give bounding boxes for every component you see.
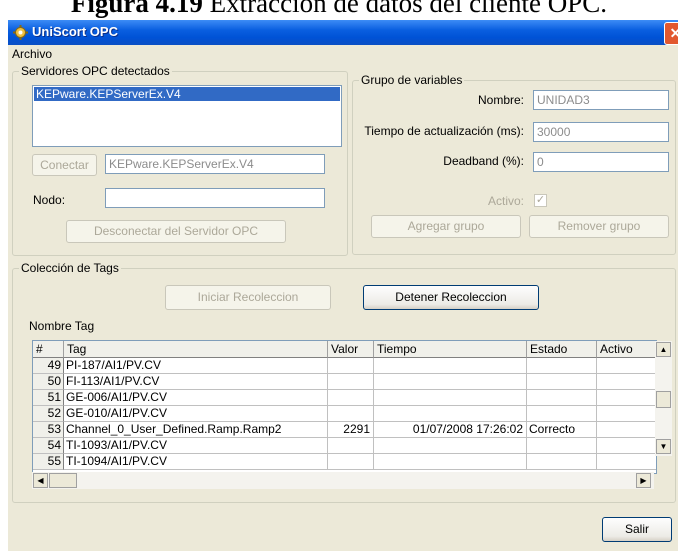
column-header-estado[interactable]: Estado	[527, 341, 597, 358]
start-collection-button[interactable]: Iniciar Recoleccion	[165, 285, 331, 310]
estado-cell[interactable]	[527, 438, 597, 454]
row-index: 50	[33, 374, 64, 390]
node-label: Nodo:	[33, 193, 66, 207]
disconnect-button[interactable]: Desconectar del Servidor OPC	[66, 220, 286, 243]
table-row[interactable]: 52 GE-010/AI1/PV.CV	[33, 406, 656, 422]
row-index: 51	[33, 390, 64, 406]
tag-cell[interactable]: TI-1093/AI1/PV.CV	[64, 438, 328, 454]
valor-cell[interactable]	[328, 406, 374, 422]
tiempo-cell[interactable]	[374, 390, 527, 406]
estado-cell[interactable]	[527, 406, 597, 422]
server-list-item[interactable]: KEPware.KEPServerEx.V4	[34, 87, 340, 101]
activo-cell[interactable]	[597, 406, 656, 422]
tiempo-cell[interactable]	[374, 406, 527, 422]
table-row[interactable]: 54 TI-1093/AI1/PV.CV	[33, 438, 656, 454]
row-index: 52	[33, 406, 64, 422]
server-name-field[interactable]: KEPware.KEPServerEx.V4	[105, 154, 325, 174]
valor-cell[interactable]: 2291	[328, 422, 374, 438]
remove-group-button[interactable]: Remover grupo	[529, 215, 669, 238]
valor-cell[interactable]	[328, 454, 374, 470]
activo-cell[interactable]	[597, 374, 656, 390]
node-field[interactable]	[105, 188, 325, 208]
figure-number: Figura 4.19	[70, 0, 203, 18]
horizontal-scroll-thumb[interactable]	[49, 473, 77, 488]
estado-cell[interactable]	[527, 390, 597, 406]
deadband-label: Deadband (%):	[443, 154, 524, 168]
deadband-field[interactable]: 0	[533, 152, 669, 172]
row-index: 49	[33, 358, 64, 374]
servers-listbox[interactable]: KEPware.KEPServerEx.V4	[32, 85, 342, 147]
tiempo-cell[interactable]: 01/07/2008 17:26:02	[374, 422, 527, 438]
table-row[interactable]: 49 PI-187/AI1/PV.CV	[33, 358, 656, 374]
arrow-down-icon[interactable]: ▼	[656, 439, 671, 454]
vertical-scrollbar[interactable]: ▲ ▼	[655, 341, 672, 456]
table-row[interactable]: 50 FI-113/AI1/PV.CV	[33, 374, 656, 390]
column-header-tiempo[interactable]: Tiempo	[374, 341, 527, 358]
servers-legend: Servidores OPC detectados	[21, 64, 170, 78]
tag-cell[interactable]: Channel_0_User_Defined.Ramp.Ramp2	[64, 422, 328, 438]
column-header-index[interactable]: #	[33, 341, 64, 358]
active-label: Activo:	[487, 194, 524, 208]
column-header-valor[interactable]: Valor	[328, 341, 374, 358]
tiempo-cell[interactable]	[374, 358, 527, 374]
stop-collection-button[interactable]: Detener Recoleccion	[363, 285, 539, 310]
tag-cell[interactable]: FI-113/AI1/PV.CV	[64, 374, 328, 390]
add-group-button[interactable]: Agregar grupo	[371, 215, 521, 238]
group-name-label: Nombre:	[477, 93, 524, 107]
exit-button[interactable]: Salir	[602, 517, 672, 542]
vertical-scroll-thumb[interactable]	[656, 391, 671, 408]
estado-cell[interactable]: Correcto	[527, 422, 597, 438]
menu-bar: Archivo	[8, 45, 678, 63]
tiempo-cell[interactable]	[374, 438, 527, 454]
menu-archivo[interactable]: Archivo	[12, 47, 52, 61]
activo-cell[interactable]	[597, 358, 656, 374]
activo-cell[interactable]	[597, 438, 656, 454]
arrow-right-icon[interactable]: ▶	[636, 473, 651, 488]
title-bar[interactable]: UniScort OPC ✕	[8, 20, 678, 45]
tag-cell[interactable]: TI-1094/AI1/PV.CV	[64, 454, 328, 470]
column-header-tag[interactable]: Tag	[64, 341, 328, 358]
activo-cell[interactable]	[597, 422, 656, 438]
tags-legend: Colección de Tags	[21, 261, 119, 275]
table-row[interactable]: 51 GE-006/AI1/PV.CV	[33, 390, 656, 406]
tiempo-cell[interactable]	[374, 374, 527, 390]
row-index: 53	[33, 422, 64, 438]
activo-cell[interactable]	[597, 454, 656, 470]
valor-cell[interactable]	[328, 374, 374, 390]
arrow-left-icon[interactable]: ◀	[33, 473, 48, 488]
update-time-label: Tiempo de actualización (ms):	[364, 124, 524, 138]
update-time-field[interactable]: 30000	[533, 122, 669, 142]
figure-text: Extracción de datos del cliente OPC.	[202, 0, 608, 18]
horizontal-scrollbar[interactable]: ◀ ▶	[32, 472, 654, 489]
activo-cell[interactable]	[597, 390, 656, 406]
tag-cell[interactable]: PI-187/AI1/PV.CV	[64, 358, 328, 374]
active-checkbox[interactable]: ✓	[534, 194, 547, 207]
variables-legend: Grupo de variables	[361, 73, 463, 87]
tag-cell[interactable]: GE-006/AI1/PV.CV	[64, 390, 328, 406]
gear-icon	[13, 25, 28, 40]
row-index: 54	[33, 438, 64, 454]
valor-cell[interactable]	[328, 390, 374, 406]
close-button[interactable]: ✕	[664, 22, 678, 45]
valor-cell[interactable]	[328, 358, 374, 374]
tag-cell[interactable]: GE-010/AI1/PV.CV	[64, 406, 328, 422]
estado-cell[interactable]	[527, 454, 597, 470]
estado-cell[interactable]	[527, 358, 597, 374]
connect-button[interactable]: Conectar	[32, 154, 97, 176]
table-row[interactable]: 55 TI-1094/AI1/PV.CV	[33, 454, 656, 470]
app-window: UniScort OPC ✕ Archivo Servidores OPC de…	[8, 20, 678, 551]
tags-grid[interactable]: # Tag Valor Tiempo Estado Activo 49 PI-1…	[32, 340, 657, 474]
window-title: UniScort OPC	[32, 24, 118, 39]
arrow-up-icon[interactable]: ▲	[656, 342, 671, 357]
row-index: 55	[33, 454, 64, 470]
valor-cell[interactable]	[328, 438, 374, 454]
estado-cell[interactable]	[527, 374, 597, 390]
figure-caption: Figura 4.19 Extracción de datos del clie…	[0, 0, 678, 20]
tag-name-label: Nombre Tag	[29, 319, 95, 333]
group-name-field[interactable]: UNIDAD3	[533, 90, 669, 110]
table-row[interactable]: 53 Channel_0_User_Defined.Ramp.Ramp2 229…	[33, 422, 656, 438]
tiempo-cell[interactable]	[374, 454, 527, 470]
column-header-activo[interactable]: Activo	[597, 341, 656, 358]
